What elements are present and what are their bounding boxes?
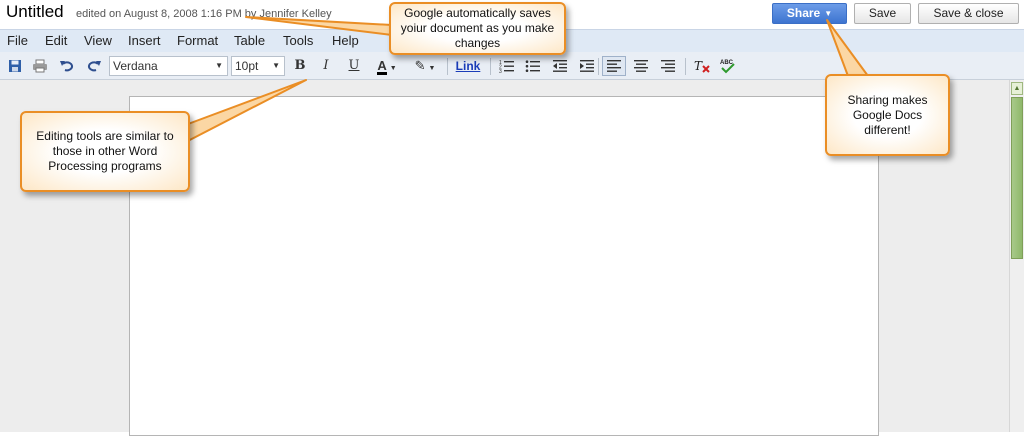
chevron-down-icon: ▼ <box>215 61 223 70</box>
vertical-scrollbar[interactable]: ▲ <box>1009 80 1024 432</box>
chevron-down-icon: ▼ <box>389 65 397 72</box>
link-button[interactable]: Link <box>452 56 484 76</box>
highlighter-icon: ✎ <box>414 58 426 73</box>
toolbar-divider <box>685 58 686 75</box>
font-size-select[interactable]: 10pt ▼ <box>231 56 285 76</box>
menu-table[interactable]: Table <box>234 33 265 48</box>
font-size-value: 10pt <box>235 59 259 73</box>
chevron-down-icon: ▼ <box>824 9 833 18</box>
chevron-down-icon: ▼ <box>428 65 436 72</box>
save-button[interactable]: Save <box>854 3 911 24</box>
font-family-select[interactable]: Verdana ▼ <box>109 56 228 76</box>
redo-icon[interactable] <box>83 56 105 76</box>
menu-format[interactable]: Format <box>177 33 218 48</box>
sharing-callout-text: Sharing makes Google Docs different! <box>847 92 928 137</box>
undo-icon[interactable] <box>56 56 78 76</box>
text-color-icon: A <box>377 58 387 75</box>
align-left-icon[interactable] <box>602 56 626 76</box>
scroll-up-icon[interactable]: ▲ <box>1011 82 1023 95</box>
clear-formatting-icon[interactable]: T <box>691 56 713 76</box>
underline-button[interactable]: U <box>343 56 365 76</box>
increase-indent-icon[interactable] <box>576 56 598 76</box>
share-button[interactable]: Share ▼ <box>772 3 847 24</box>
print-icon[interactable] <box>29 56 51 76</box>
svg-text:3: 3 <box>499 69 502 73</box>
document-page[interactable] <box>129 96 879 436</box>
toolbar-divider <box>490 58 491 75</box>
bulleted-list-icon[interactable] <box>522 56 544 76</box>
menu-tools[interactable]: Tools <box>283 33 313 48</box>
autosave-callout-text: Google automatically saves yoiur documen… <box>400 6 555 50</box>
align-center-icon[interactable] <box>630 56 652 76</box>
editing-tools-callout: Editing tools are similar to those in ot… <box>20 111 190 192</box>
font-family-value: Verdana <box>113 59 158 73</box>
highlight-color-button[interactable]: ✎ ▼ <box>409 56 441 76</box>
toolbar-divider <box>598 58 599 75</box>
bold-button[interactable]: B <box>289 56 311 76</box>
toolbar-divider <box>447 58 448 75</box>
menu-help[interactable]: Help <box>332 33 359 48</box>
svg-text:T: T <box>694 59 703 73</box>
save-icon[interactable] <box>4 56 26 76</box>
menu-insert[interactable]: Insert <box>128 33 161 48</box>
autosave-callout: Google automatically saves yoiur documen… <box>389 2 566 55</box>
document-title[interactable]: Untitled <box>6 2 64 22</box>
edit-status: edited on August 8, 2008 1:16 PM by Jenn… <box>76 8 332 20</box>
share-label: Share <box>786 6 821 20</box>
sharing-callout: Sharing makes Google Docs different! <box>825 74 950 156</box>
menu-edit[interactable]: Edit <box>45 33 67 48</box>
decrease-indent-icon[interactable] <box>549 56 571 76</box>
menu-view[interactable]: View <box>84 33 112 48</box>
chevron-down-icon: ▼ <box>272 61 280 70</box>
spellcheck-button[interactable]: ABC <box>717 56 739 76</box>
editing-tools-callout-text: Editing tools are similar to those in ot… <box>36 129 174 173</box>
numbered-list-icon[interactable]: 123 <box>496 56 518 76</box>
menu-file[interactable]: File <box>7 33 28 48</box>
align-right-icon[interactable] <box>657 56 679 76</box>
save-and-close-button[interactable]: Save & close <box>918 3 1019 24</box>
scroll-thumb[interactable] <box>1011 97 1023 259</box>
italic-button[interactable]: I <box>315 56 337 76</box>
text-color-button[interactable]: A ▼ <box>371 56 403 76</box>
